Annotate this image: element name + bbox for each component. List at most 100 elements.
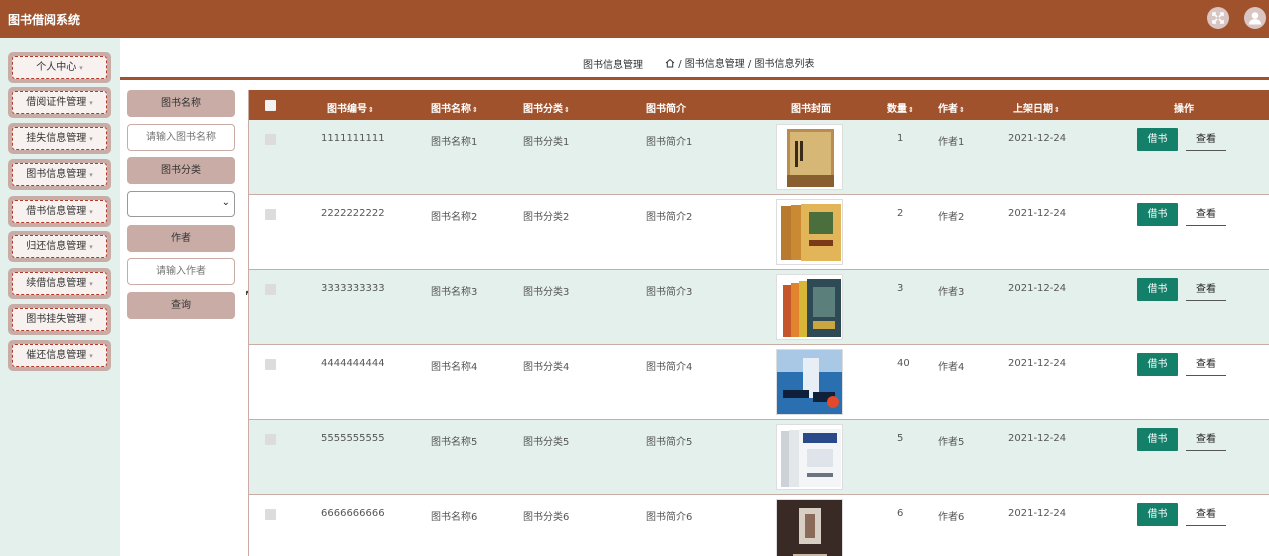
author-input[interactable]: [127, 258, 235, 285]
borrow-button[interactable]: 借书: [1137, 353, 1178, 376]
column-header-label: 图书编号: [327, 104, 367, 115]
cell-qty: 40: [897, 358, 910, 369]
column-header[interactable]: 图书名称⇕: [431, 100, 478, 115]
column-header-label: 图书分类: [523, 104, 563, 115]
borrow-button[interactable]: 借书: [1137, 503, 1178, 526]
column-header-label: 数量: [887, 104, 907, 115]
sidebar-item[interactable]: 挂失信息管理 ▾: [8, 123, 111, 154]
row-checkbox[interactable]: [265, 359, 276, 370]
cell-intro: 图书简介4: [646, 362, 693, 373]
sidebar-item[interactable]: 续借信息管理 ▾: [8, 268, 111, 299]
borrow-button[interactable]: 借书: [1137, 428, 1178, 451]
cell-author: 作者5: [938, 437, 965, 448]
breadcrumb: 图书信息管理 / 图书信息管理 / 图书信息列表: [120, 38, 1269, 80]
cell-name: 图书名称4: [431, 362, 478, 373]
cell-name: 图书名称3: [431, 287, 478, 298]
column-header[interactable]: 图书编号⇕: [327, 100, 374, 115]
cell-category: 图书分类1: [523, 137, 570, 148]
sidebar-item[interactable]: 归还信息管理 ▾: [8, 231, 111, 262]
row-checkbox[interactable]: [265, 209, 276, 220]
table-row: 4444444444 图书名称4 图书分类4 图书简介4 40 作者4 2021-12-24…: [249, 345, 1269, 420]
cell-author: 作者1: [938, 137, 965, 148]
home-icon[interactable]: [665, 58, 675, 68]
cell-category: 图书分类5: [523, 437, 570, 448]
book-cover-image: [776, 124, 843, 190]
column-header[interactable]: 数量⇕: [887, 100, 914, 115]
cell-category: 图书分类6: [523, 512, 570, 523]
view-button[interactable]: 查看: [1186, 356, 1226, 376]
view-button[interactable]: 查看: [1186, 431, 1226, 451]
cell-date: 2021-12-24: [1008, 133, 1067, 144]
cell-name: 图书名称5: [431, 437, 478, 448]
user-icon[interactable]: [1244, 7, 1266, 29]
book-category-select[interactable]: ⌄: [127, 191, 235, 217]
sort-icon[interactable]: ⇕: [908, 106, 914, 114]
table-row: 5555555555 图书名称5 图书分类5 图书简介5 5 作者5 2021-12-24 借…: [249, 420, 1269, 495]
cell-category: 图书分类4: [523, 362, 570, 373]
fullscreen-icon[interactable]: [1207, 7, 1229, 29]
book-name-input[interactable]: [127, 124, 235, 151]
row-checkbox[interactable]: [265, 134, 276, 145]
chevron-down-icon: ▾: [89, 208, 93, 216]
sidebar-item-label: 借书信息管理: [26, 206, 87, 217]
page-title: 图书信息管理: [583, 60, 643, 71]
view-button[interactable]: 查看: [1186, 281, 1226, 301]
row-checkbox[interactable]: [265, 434, 276, 445]
sidebar-item-label: 挂失信息管理: [26, 133, 87, 144]
cell-name: 图书名称1: [431, 137, 478, 148]
cell-qty: 3: [897, 283, 904, 294]
view-button[interactable]: 查看: [1186, 131, 1226, 151]
book-cover-image: [776, 349, 843, 415]
sidebar-item-inner: 借书信息管理 ▾: [12, 200, 107, 223]
sidebar-item[interactable]: 图书挂失管理 ▾: [8, 304, 111, 335]
sidebar-item-inner: 个人中心 ▾: [12, 56, 107, 79]
borrow-button[interactable]: 借书: [1137, 203, 1178, 226]
sidebar-item-inner: 催还信息管理 ▾: [12, 344, 107, 367]
cell-qty: 6: [897, 508, 904, 519]
cell-category: 图书分类3: [523, 287, 570, 298]
sidebar-item-inner: 借阅证件管理 ▾: [12, 91, 107, 114]
sort-icon[interactable]: ⇕: [1054, 106, 1060, 114]
sort-icon[interactable]: ⇕: [959, 106, 965, 114]
borrow-button[interactable]: 借书: [1137, 128, 1178, 151]
cell-date: 2021-12-24: [1008, 508, 1067, 519]
select-all-checkbox[interactable]: [265, 100, 276, 111]
sidebar-item[interactable]: 借阅证件管理 ▾: [8, 87, 111, 118]
column-header-label: 操作: [1174, 104, 1194, 115]
cell-intro: 图书简介2: [646, 212, 693, 223]
sort-icon[interactable]: ⇕: [564, 106, 570, 114]
sidebar-item[interactable]: 图书信息管理 ▾: [8, 159, 111, 190]
column-header[interactable]: 上架日期⇕: [1013, 100, 1060, 115]
sidebar-item-label: 个人中心: [36, 62, 77, 73]
book-name-label: 图书名称: [127, 90, 235, 117]
sidebar-item-label: 借阅证件管理: [26, 97, 87, 108]
sidebar-item-inner: 图书挂失管理 ▾: [12, 308, 107, 331]
column-header: 图书简介: [646, 100, 686, 115]
view-button[interactable]: 查看: [1186, 506, 1226, 526]
query-button[interactable]: 查询: [127, 292, 235, 319]
view-button[interactable]: 查看: [1186, 206, 1226, 226]
chevron-down-icon: ▾: [89, 99, 93, 107]
breadcrumb-path: / 图书信息管理 / 图书信息列表: [665, 55, 814, 70]
column-header-label: 图书封面: [791, 104, 831, 115]
row-checkbox[interactable]: [265, 509, 276, 520]
chevron-down-icon: ▾: [89, 316, 93, 324]
column-header[interactable]: 图书分类⇕: [523, 100, 570, 115]
sidebar-item[interactable]: 催还信息管理 ▾: [8, 340, 111, 371]
author-label: 作者: [127, 225, 235, 252]
sidebar-item-inner: 挂失信息管理 ▾: [12, 127, 107, 150]
sidebar-item[interactable]: 个人中心 ▾: [8, 52, 111, 83]
cell-author: 作者6: [938, 512, 965, 523]
table-header: 图书编号⇕ 图书名称⇕ 图书分类⇕ 图书简介 图书封面 数量⇕ 作者⇕ 上架日期⇕ 操作: [249, 90, 1269, 120]
row-checkbox[interactable]: [265, 284, 276, 295]
column-header[interactable]: 作者⇕: [938, 100, 965, 115]
book-cover-image: [776, 424, 843, 490]
sidebar-item-label: 催还信息管理: [26, 350, 87, 361]
sort-icon[interactable]: ⇕: [368, 106, 374, 114]
cell-author: 作者3: [938, 287, 965, 298]
cell-qty: 1: [897, 133, 904, 144]
sidebar-item[interactable]: 借书信息管理 ▾: [8, 196, 111, 227]
sort-icon[interactable]: ⇕: [472, 106, 478, 114]
borrow-button[interactable]: 借书: [1137, 278, 1178, 301]
table-row: 6666666666 图书名称6 图书分类6 图书简介6 6 作者6 2021-12-24 借…: [249, 495, 1269, 556]
